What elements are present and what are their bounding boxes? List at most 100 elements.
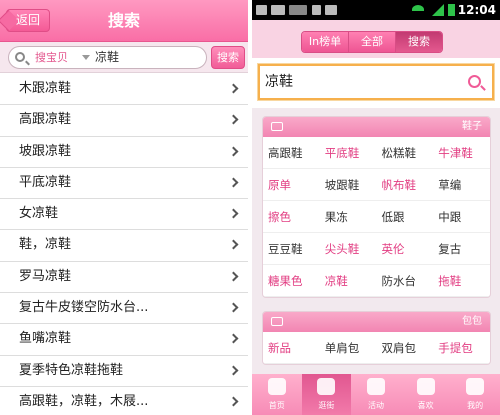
- category-tag[interactable]: 豆豆鞋: [263, 233, 320, 265]
- category-tag[interactable]: 牛津鞋: [433, 137, 490, 169]
- category-tag[interactable]: 拖鞋: [433, 265, 490, 297]
- category-tag[interactable]: 双肩包: [376, 332, 434, 364]
- chevron-right-icon: [228, 302, 239, 313]
- search-button[interactable]: 搜索: [211, 46, 245, 69]
- bag-icon: [271, 317, 283, 326]
- suggestion-label: 女凉鞋: [19, 206, 59, 222]
- segment-tab[interactable]: In榜单: [302, 32, 349, 52]
- suggestion-item[interactable]: 坡跟凉鞋: [0, 137, 248, 168]
- status-bar: 12:04: [252, 0, 500, 20]
- battery-icon: [448, 4, 455, 16]
- category-tag[interactable]: 低跟: [376, 201, 434, 233]
- category-tag[interactable]: 平底鞋: [319, 137, 377, 169]
- category-tag[interactable]: 尖头鞋: [319, 233, 377, 265]
- gift-icon: [366, 378, 385, 395]
- right-screen: 12:04 In榜单 全部 搜索 凉鞋 鞋子高跟鞋 平底鞋 松糕鞋 牛津鞋原单 坡跟鞋 帆布鞋…: [252, 0, 500, 415]
- chevron-right-icon: [228, 396, 239, 407]
- category-tag[interactable]: 果冻: [319, 201, 377, 233]
- category-panel: 鞋子高跟鞋 平底鞋 松糕鞋 牛津鞋原单 坡跟鞋 帆布鞋 草编擦色 果冻 低跟 中跟豆豆鞋 尖头鞋 英伦…: [252, 108, 500, 374]
- download-icon: [325, 5, 337, 15]
- category-tag[interactable]: 手提包: [433, 332, 490, 364]
- category-tag[interactable]: 糖果色: [263, 265, 320, 297]
- chevron-right-icon: [228, 114, 239, 125]
- tab-label: 我的: [467, 401, 484, 410]
- header-bar: 搜索 返回: [0, 0, 248, 42]
- category-grid: 高跟鞋 平底鞋 松糕鞋 牛津鞋原单 坡跟鞋 帆布鞋 草编擦色 果冻 低跟 中跟豆豆鞋 尖头鞋 英伦 复古…: [263, 137, 490, 297]
- search-icon[interactable]: [468, 75, 481, 88]
- category-tag[interactable]: 单肩包: [319, 332, 377, 364]
- suggestion-label: 高跟凉鞋: [19, 112, 72, 128]
- chevron-right-icon: [228, 240, 239, 250]
- tab-cart[interactable]: 逛街: [301, 374, 352, 415]
- suggestion-item[interactable]: 夏季特色凉鞋拖鞋: [0, 356, 248, 387]
- category-tag[interactable]: 复古: [433, 233, 490, 265]
- category-tag[interactable]: 坡跟鞋: [319, 169, 377, 201]
- suggestion-item[interactable]: 木跟凉鞋: [0, 74, 248, 106]
- category-header: 鞋子: [263, 117, 490, 137]
- search-query: 凉鞋: [265, 74, 293, 90]
- category-tag[interactable]: 松糕鞋: [376, 137, 434, 169]
- left-screen: 搜索 返回 搜宝贝 凉鞋 搜索 木跟凉鞋高跟凉鞋坡跟凉鞋平底凉鞋女凉鞋鞋，凉鞋罗…: [0, 0, 248, 415]
- search-input-focused[interactable]: 凉鞋: [258, 64, 494, 100]
- category-tag[interactable]: 高跟鞋: [263, 137, 320, 169]
- tab-label: 逛街: [318, 401, 335, 410]
- chevron-right-icon: [228, 83, 239, 94]
- category-tag[interactable]: 中跟: [433, 201, 490, 233]
- chevron-right-icon: [228, 146, 239, 157]
- usb-icon: [312, 5, 321, 15]
- suggestion-item[interactable]: 高跟鞋，凉鞋，木屐...: [0, 387, 248, 415]
- tab-gift[interactable]: 活动: [351, 374, 401, 415]
- wifi-icon: [412, 5, 424, 14]
- suggestion-item[interactable]: 罗马凉鞋: [0, 262, 248, 294]
- tab-label: 首页: [268, 401, 285, 410]
- suggestion-item[interactable]: 鞋，凉鞋: [0, 230, 248, 262]
- category-tag[interactable]: 帆布鞋: [376, 169, 434, 201]
- category-title: 鞋子: [462, 121, 482, 132]
- search-input[interactable]: 凉鞋: [95, 47, 119, 68]
- suggestion-list: 木跟凉鞋高跟凉鞋坡跟凉鞋平底凉鞋女凉鞋鞋，凉鞋罗马凉鞋复古牛皮镂空防水台... 鱼…: [0, 74, 248, 415]
- shoe-icon: [271, 122, 283, 131]
- signal-icon: [432, 4, 444, 16]
- suggestion-label: 高跟鞋，凉鞋，木屐...: [19, 393, 149, 409]
- tab-user[interactable]: 我的: [450, 374, 500, 415]
- category-tag[interactable]: 英伦: [376, 233, 434, 265]
- heart-icon: [416, 378, 435, 395]
- suggestion-label: 夏季特色凉鞋拖鞋: [19, 362, 124, 378]
- tab-heart[interactable]: 喜欢: [401, 374, 451, 415]
- category-grid: 新品 单肩包 双肩包 手提包: [263, 332, 490, 364]
- category-tag[interactable]: 原单: [263, 169, 320, 201]
- suggestion-label: 鱼嘴凉鞋: [19, 331, 72, 347]
- category-tag[interactable]: 新品: [263, 332, 320, 364]
- chevron-right-icon: [228, 177, 239, 188]
- search-box[interactable]: 搜宝贝 凉鞋: [8, 46, 207, 69]
- suggestion-item[interactable]: 鱼嘴凉鞋: [0, 324, 248, 356]
- search-category-select[interactable]: 搜宝贝: [35, 47, 68, 68]
- category-tag[interactable]: 擦色: [263, 201, 320, 233]
- cart-icon: [317, 378, 336, 395]
- category-tag[interactable]: 草编: [433, 169, 490, 201]
- suggestion-item[interactable]: 复古牛皮镂空防水台...: [0, 293, 248, 325]
- chevron-right-icon: [228, 271, 239, 282]
- segment-tab[interactable]: 搜索: [396, 32, 442, 52]
- suggestion-item[interactable]: 平底凉鞋: [0, 168, 248, 200]
- back-button-label: 返回: [16, 13, 41, 27]
- back-button[interactable]: 返回: [6, 9, 50, 32]
- suggestion-label: 罗马凉鞋: [19, 268, 72, 284]
- segmented-control: In榜单 全部 搜索: [301, 31, 443, 53]
- suggestion-label: 复古牛皮镂空防水台...: [19, 300, 149, 316]
- message-icon: [271, 5, 285, 15]
- home-icon: [267, 378, 286, 395]
- chevron-right-icon: [228, 365, 239, 376]
- suggestion-label: 平底凉鞋: [19, 174, 72, 190]
- search-bar: 搜宝贝 凉鞋 搜索: [0, 42, 248, 73]
- suggestion-item[interactable]: 女凉鞋: [0, 199, 248, 231]
- tab-home[interactable]: 首页: [252, 374, 302, 415]
- segment-tab[interactable]: 全部: [349, 32, 396, 52]
- tab-label: 活动: [367, 401, 384, 410]
- category-tag[interactable]: 凉鞋: [319, 265, 377, 297]
- dropdown-arrow-icon[interactable]: [82, 55, 90, 60]
- category-tag[interactable]: 防水台: [376, 265, 434, 297]
- suggestion-item[interactable]: 高跟凉鞋: [0, 105, 248, 137]
- suggestion-label: 木跟凉鞋: [19, 81, 72, 96]
- suggestion-label: 坡跟凉鞋: [19, 143, 72, 159]
